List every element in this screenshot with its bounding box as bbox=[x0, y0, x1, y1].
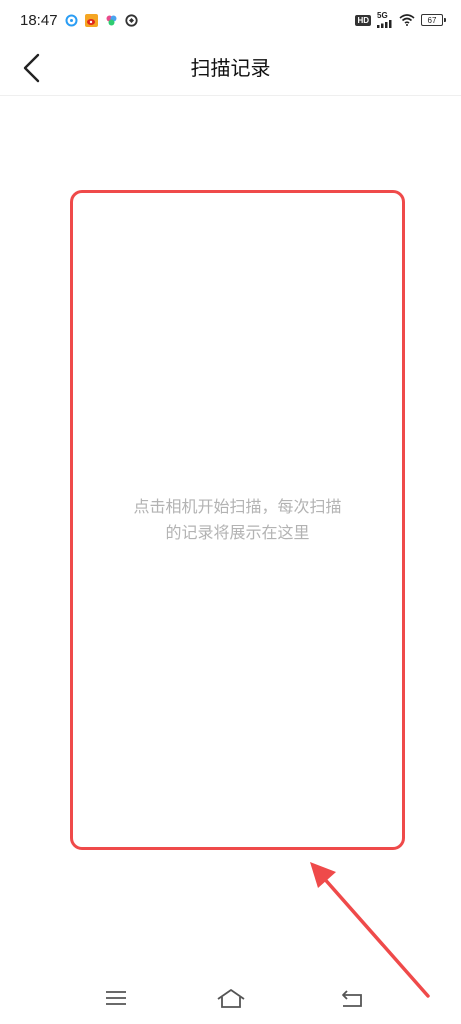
photos-icon bbox=[106, 15, 117, 25]
status-left: 18:47 bbox=[20, 12, 138, 29]
empty-state-line-2: 的记录将展示在这里 bbox=[165, 523, 310, 542]
battery-icon: 67 bbox=[421, 14, 446, 26]
scan-records-page: 18:47 HD 5G 67 扫描记录 点击相机开始扫描，每次扫描 的记录将展示… bbox=[0, 0, 461, 1024]
status-bar: 18:47 HD 5G 67 bbox=[0, 0, 461, 40]
home-icon bbox=[217, 989, 245, 1008]
nav-menu-button[interactable] bbox=[96, 982, 136, 1014]
empty-state-line-1: 点击相机开始扫描，每次扫描 bbox=[133, 497, 342, 516]
wifi-icon bbox=[399, 14, 415, 26]
signal-icon bbox=[377, 20, 392, 28]
hd-badge: HD bbox=[355, 14, 371, 26]
status-right: HD 5G 67 bbox=[355, 12, 446, 28]
network-indicator: 5G bbox=[377, 12, 393, 28]
nav-back-button[interactable] bbox=[332, 982, 372, 1014]
title-bar: 扫描记录 bbox=[0, 40, 461, 96]
network-label: 5G bbox=[377, 11, 388, 20]
sync-icon bbox=[124, 13, 138, 27]
weibo-icon bbox=[84, 13, 98, 27]
browser-icon bbox=[65, 14, 78, 26]
scan-records-list: 点击相机开始扫描，每次扫描 的记录将展示在这里 bbox=[70, 190, 405, 850]
status-time: 18:47 bbox=[20, 11, 58, 29]
system-nav-bar bbox=[0, 972, 461, 1024]
page-title: 扫描记录 bbox=[190, 56, 271, 80]
battery-level: 67 bbox=[427, 15, 437, 25]
back-icon bbox=[342, 990, 362, 1007]
menu-icon bbox=[106, 991, 126, 1005]
nav-home-button[interactable] bbox=[211, 982, 251, 1014]
empty-state-message: 点击相机开始扫描，每次扫描 的记录将展示在这里 bbox=[98, 494, 378, 546]
